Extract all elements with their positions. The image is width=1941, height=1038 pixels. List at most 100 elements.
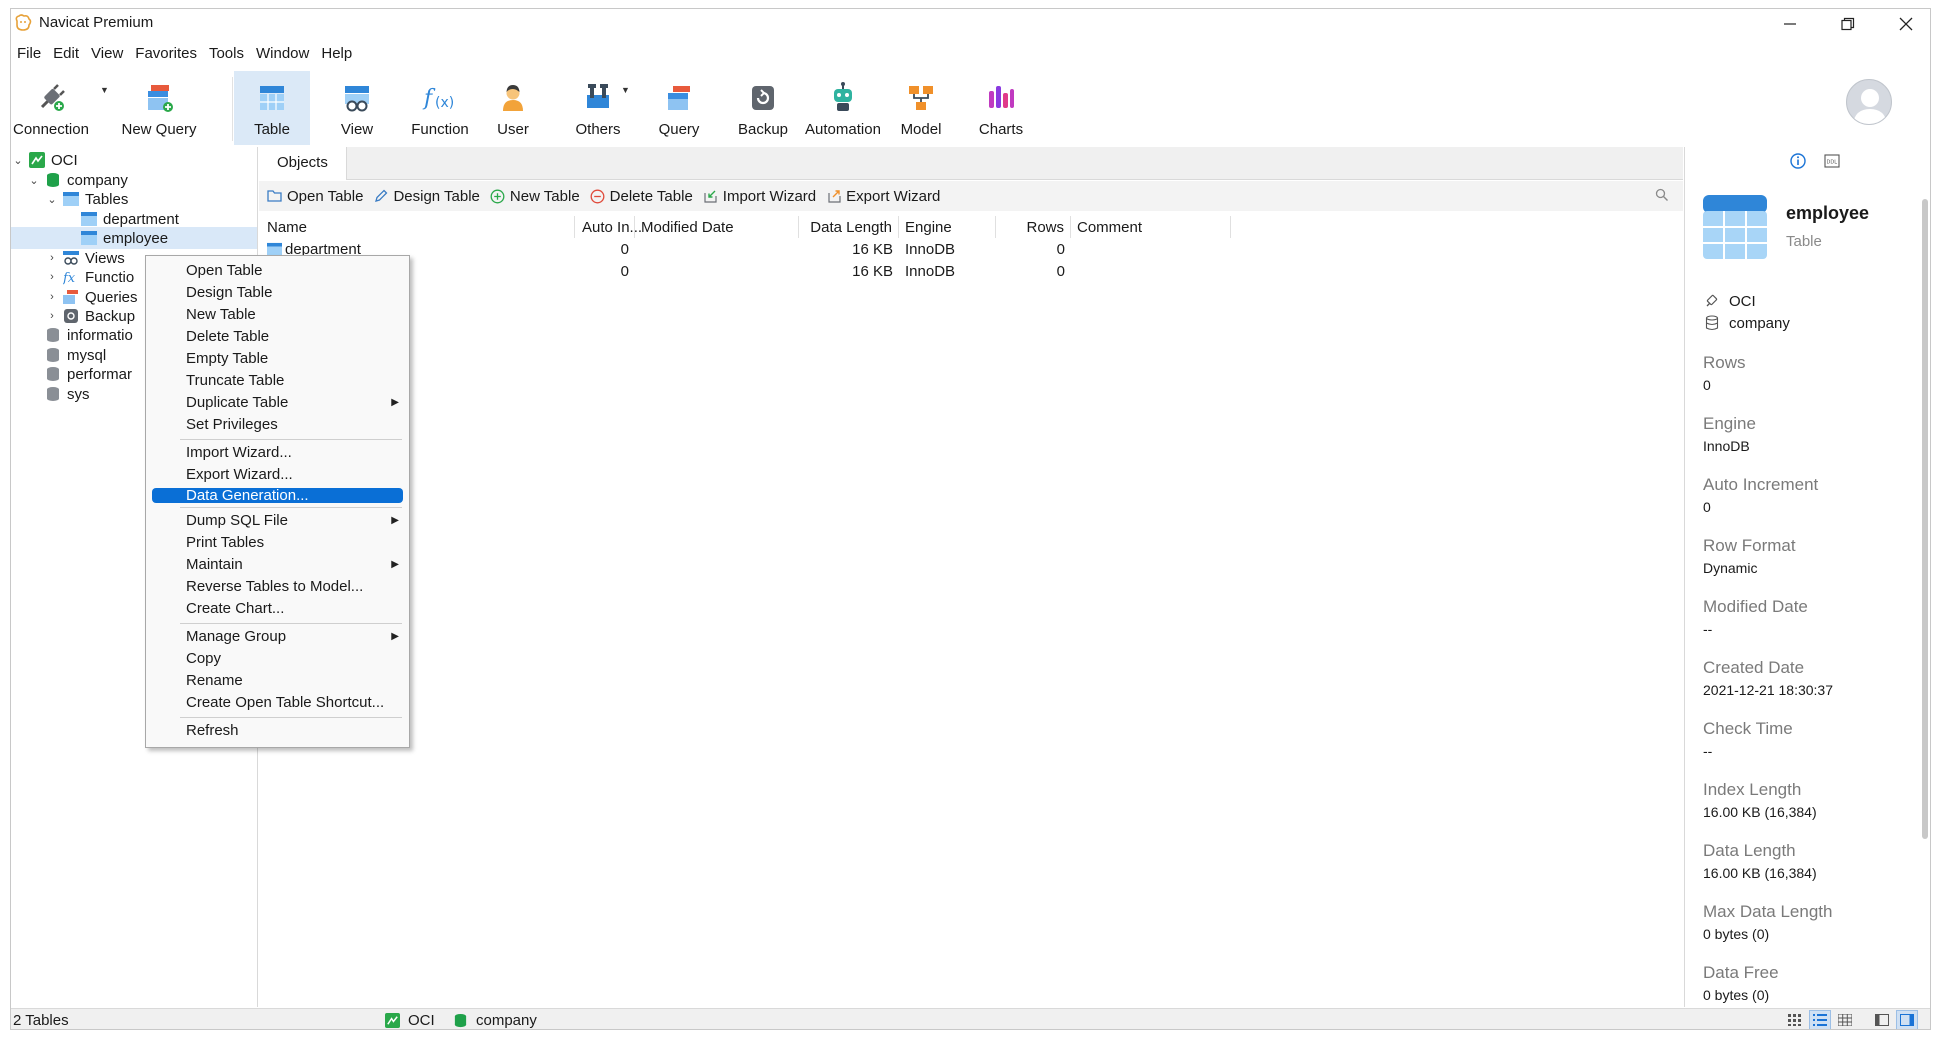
prop-key: Auto Increment: [1703, 475, 1819, 494]
menu-item-dump-sql-file[interactable]: Dump SQL File ▶: [152, 510, 403, 532]
er-diagram-view-button[interactable]: [1834, 1010, 1856, 1029]
menu-item-reverse-tables-to-model[interactable]: Reverse Tables to Model...: [152, 576, 403, 598]
info-prop-modified-date: Modified Date --: [1703, 597, 1808, 637]
user-avatar[interactable]: [1846, 79, 1892, 125]
new-table-button[interactable]: New Table: [490, 188, 580, 205]
import-wizard-button[interactable]: Import Wizard: [703, 188, 816, 205]
detail-view-button[interactable]: [1809, 1010, 1831, 1029]
menu-item-export-wizard[interactable]: Export Wizard...: [152, 464, 403, 486]
tree-connection-oci[interactable]: ⌄ OCI: [11, 149, 77, 171]
list-view-button[interactable]: [1784, 1010, 1806, 1029]
info-icon[interactable]: [1790, 153, 1806, 169]
menu-item-create-open-table-shortcut[interactable]: Create Open Table Shortcut...: [152, 692, 403, 714]
delete-table-button[interactable]: Delete Table: [590, 188, 693, 205]
menu-view[interactable]: View: [85, 41, 129, 67]
close-icon: [1899, 17, 1913, 31]
tree-table-employee[interactable]: employee: [11, 227, 257, 249]
tab-objects[interactable]: Objects: [259, 147, 347, 180]
ddl-icon[interactable]: DDL: [1824, 153, 1840, 169]
connection-plug-icon: [33, 79, 69, 117]
chevron-right-icon[interactable]: ›: [45, 252, 59, 264]
menu-item-maintain[interactable]: Maintain ▶: [152, 554, 403, 576]
column-header-modified-date[interactable]: Modified Date: [635, 216, 799, 238]
others-button[interactable]: Others: [556, 71, 640, 145]
model-button[interactable]: Model: [883, 71, 959, 145]
right-pane-icon: [1900, 1014, 1914, 1026]
prop-key: Row Format: [1703, 536, 1796, 555]
menu-item-copy[interactable]: Copy: [152, 648, 403, 670]
minimize-button[interactable]: [1761, 9, 1819, 39]
chevron-right-icon[interactable]: ›: [45, 310, 59, 322]
menu-item-truncate-table[interactable]: Truncate Table: [152, 370, 403, 392]
connection-dropdown-icon[interactable]: ▼: [100, 85, 109, 95]
menu-item-duplicate-table[interactable]: Duplicate Table ▶: [152, 392, 403, 414]
menu-edit[interactable]: Edit: [47, 41, 85, 67]
chevron-down-icon[interactable]: ⌄: [11, 154, 25, 167]
query-button[interactable]: Query: [641, 71, 717, 145]
info-panel-tabs: DDL: [1790, 153, 1840, 169]
menu-item-new-table[interactable]: New Table: [152, 304, 403, 326]
design-table-button[interactable]: Design Table: [373, 187, 480, 205]
chevron-down-icon[interactable]: ⌄: [27, 174, 41, 187]
cell-engine: InnoDB: [905, 241, 956, 258]
view-button[interactable]: View: [319, 71, 395, 145]
new-query-button[interactable]: New Query: [113, 71, 205, 145]
toggle-info-pane-button[interactable]: [1896, 1010, 1918, 1029]
export-wizard-button[interactable]: Export Wizard: [826, 188, 940, 205]
column-header-engine[interactable]: Engine: [899, 216, 996, 238]
info-prop-data-free: Data Free 0 bytes (0): [1703, 963, 1779, 1003]
menu-item-manage-group[interactable]: Manage Group ▶: [152, 626, 403, 648]
connection-button[interactable]: Connection: [11, 71, 91, 145]
others-dropdown-icon[interactable]: ▼: [621, 85, 630, 95]
menu-item-rename[interactable]: Rename: [152, 670, 403, 692]
table-label: Table: [254, 121, 290, 138]
column-header-name[interactable]: Name: [259, 216, 575, 238]
column-header-data-length[interactable]: Data Length: [799, 216, 899, 238]
tree-database-information-schema[interactable]: informatio: [27, 324, 133, 346]
column-header-auto-increment[interactable]: Auto In...: [575, 216, 642, 238]
column-header-rows[interactable]: Rows: [996, 216, 1071, 238]
column-header-comment[interactable]: Comment: [1071, 216, 1231, 238]
chevron-right-icon[interactable]: ›: [45, 291, 59, 303]
menu-window[interactable]: Window: [250, 41, 315, 67]
tree-database-sys[interactable]: sys: [27, 383, 90, 405]
menu-item-design-table[interactable]: Design Table: [152, 282, 403, 304]
table-button[interactable]: Table: [234, 71, 310, 145]
grid-view-icon: [1838, 1014, 1852, 1026]
cell-data-length: 16 KB: [852, 241, 893, 258]
user-button[interactable]: User: [475, 71, 551, 145]
menu-item-data-generation[interactable]: Data Generation...: [152, 488, 403, 503]
design-table-label: Design Table: [393, 187, 480, 205]
status-database-name: company: [476, 1012, 537, 1029]
database-icon: [1703, 314, 1721, 332]
menu-item-print-tables[interactable]: Print Tables: [152, 532, 403, 554]
menu-file[interactable]: File: [11, 41, 47, 67]
close-button[interactable]: [1877, 9, 1930, 39]
menu-item-delete-table[interactable]: Delete Table: [152, 326, 403, 348]
menu-item-set-privileges[interactable]: Set Privileges: [152, 414, 403, 436]
tree-group-functions[interactable]: › fx Functio: [45, 266, 134, 288]
menu-help[interactable]: Help: [315, 41, 358, 67]
search-icon[interactable]: [1655, 188, 1669, 202]
chevron-right-icon[interactable]: ›: [45, 271, 59, 283]
menu-item-import-wizard[interactable]: Import Wizard...: [152, 442, 403, 464]
chevron-down-icon[interactable]: ⌄: [45, 193, 59, 206]
open-table-button[interactable]: Open Table: [267, 188, 363, 205]
tree-database-performance-schema[interactable]: performar: [27, 363, 132, 385]
menu-favorites[interactable]: Favorites: [129, 41, 203, 67]
info-panel-scrollbar[interactable]: [1922, 199, 1928, 839]
menu-item-open-table[interactable]: Open Table: [152, 260, 403, 282]
automation-button[interactable]: Automation: [793, 71, 893, 145]
menu-item-empty-table[interactable]: Empty Table: [152, 348, 403, 370]
main-toolbar: Connection ▼ New Query Table View f(x): [11, 71, 1930, 145]
charts-button[interactable]: Charts: [963, 71, 1039, 145]
menu-item-refresh[interactable]: Refresh: [152, 720, 403, 742]
toggle-navigation-pane-button[interactable]: [1871, 1010, 1893, 1029]
restore-button[interactable]: [1819, 9, 1877, 39]
menu-tools[interactable]: Tools: [203, 41, 250, 67]
status-bar: 2 Tables OCI company: [11, 1008, 1930, 1029]
menu-item-create-chart[interactable]: Create Chart...: [152, 598, 403, 620]
tree-group-tables[interactable]: ⌄ Tables: [45, 188, 128, 210]
function-button[interactable]: f (x) Function: [398, 71, 482, 145]
backup-button[interactable]: Backup: [723, 71, 803, 145]
